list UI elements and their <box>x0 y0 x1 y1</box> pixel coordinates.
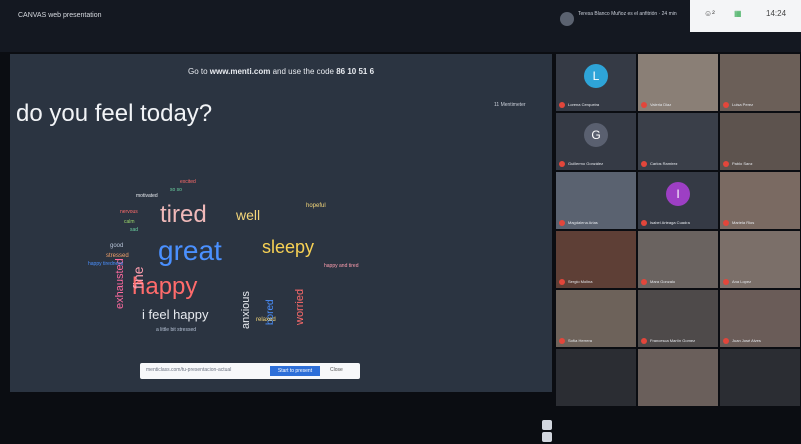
word-cloud-item: fine <box>130 266 146 289</box>
participant-tile[interactable] <box>638 349 718 406</box>
mic-muted-icon <box>723 338 729 344</box>
host-info: Teresa Blanco Muñoz es el anfitrión · 24… <box>560 6 685 36</box>
participant-tile[interactable] <box>556 349 636 406</box>
participant-name: Pablo Sanz <box>732 161 753 166</box>
participant-name: Lorena Cerqueira <box>568 102 600 107</box>
participant-name: Magdalena Arias <box>568 220 598 225</box>
word-cloud-item: stressed <box>106 253 129 259</box>
mic-muted-icon <box>723 279 729 285</box>
participant-avatar: I <box>666 182 690 206</box>
participant-grid: L Lorena Cerqueira Valeria Diaz Luisa Perez… <box>556 54 801 406</box>
share-bar: menticlass.com/tu-presentacion-actual St… <box>140 363 360 379</box>
mic-muted-icon <box>559 279 565 285</box>
participant-name: Juan José Alves <box>732 338 761 343</box>
pager-down-icon[interactable] <box>542 432 552 442</box>
participant-name: Carlos Ramirez <box>650 161 678 166</box>
mic-muted-icon <box>723 102 729 108</box>
participant-tile[interactable]: Ana Lopez <box>720 231 800 288</box>
instruction-code: 86 10 51 6 <box>336 67 375 76</box>
participant-tile[interactable]: Pablo Sanz <box>720 113 800 170</box>
mic-muted-icon <box>559 161 565 167</box>
shared-presentation: Go to www.menti.com and use the code 86 … <box>10 54 552 442</box>
word-cloud-item: sleepy <box>262 237 315 257</box>
participant-tile[interactable]: Sergio Molina <box>556 231 636 288</box>
word-cloud-item: happy tiredness <box>88 261 124 267</box>
participant-tile[interactable]: I Isabel Arteaga Cuadra <box>638 172 718 229</box>
word-cloud-item: worried <box>294 288 306 325</box>
participants-icon[interactable]: ☺² <box>704 9 715 18</box>
participant-tile[interactable]: Francesca Martín Gomez <box>638 290 718 347</box>
mic-muted-icon <box>641 220 647 226</box>
word-cloud-item: well <box>236 207 261 223</box>
word-cloud: great tired happy sleepy well i feel hap… <box>70 149 470 389</box>
participant-name: Mariela Rios <box>732 220 755 225</box>
participant-avatar: L <box>584 64 608 88</box>
participant-name: Francesca Martín Gomez <box>650 338 696 343</box>
close-share-button[interactable]: Close <box>330 367 343 373</box>
mic-muted-icon <box>559 102 565 108</box>
word-cloud-item: a little bit stressed <box>156 327 197 333</box>
host-label: Teresa Blanco Muñoz es el anfitrión · 24… <box>578 11 677 17</box>
word-cloud-item: motivated <box>136 193 158 199</box>
word-cloud-item: so so <box>170 187 182 193</box>
pager-up-icon[interactable] <box>542 420 552 430</box>
participant-name: Ana Lopez <box>732 279 752 284</box>
word-cloud-item: relaxed <box>256 317 276 323</box>
meeting-clock: 14:24 <box>766 9 787 18</box>
participant-tile[interactable]: Luisa Perez <box>720 54 800 111</box>
mic-muted-icon <box>559 338 565 344</box>
mic-muted-icon <box>641 161 647 167</box>
share-link-input[interactable]: menticlass.com/tu-presentacion-actual <box>146 367 231 373</box>
word-cloud-item: great <box>158 235 222 266</box>
participant-tile[interactable]: Mara Gonzalo <box>638 231 718 288</box>
participant-name: Sofía Herrera <box>568 338 593 343</box>
mic-muted-icon <box>723 161 729 167</box>
word-cloud-item: tired <box>160 201 207 228</box>
slide-pager[interactable] <box>542 420 554 444</box>
vote-counter: 11 Mentimeter <box>494 102 526 108</box>
window-title: CANVAS web presentation <box>18 12 102 19</box>
mic-muted-icon <box>641 102 647 108</box>
slide-question: do you feel today? <box>16 100 213 127</box>
grid-view-icon[interactable]: ▦ <box>734 9 742 18</box>
word-cloud-item: calm <box>124 219 135 225</box>
word-cloud-item: happy and tired <box>324 263 359 269</box>
participant-name: Sergio Molina <box>568 279 593 284</box>
participant-tile[interactable]: Valeria Diaz <box>638 54 718 111</box>
join-instructions: Go to www.menti.com and use the code 86 … <box>10 67 552 76</box>
word-cloud-item: good <box>110 243 124 249</box>
participant-tile[interactable]: L Lorena Cerqueira <box>556 54 636 111</box>
word-cloud-item: nervous <box>120 209 138 215</box>
participant-tile[interactable]: Mariela Rios <box>720 172 800 229</box>
word-cloud-item: hopeful <box>306 203 326 209</box>
instruction-site: www.menti.com <box>209 67 271 76</box>
participant-tile[interactable]: Juan José Alves <box>720 290 800 347</box>
instruction-prefix: Go to <box>187 67 210 76</box>
participant-name: Guillermo González <box>568 161 604 166</box>
mic-muted-icon <box>559 220 565 226</box>
meeting-topbar: CANVAS web presentation Teresa Blanco Mu… <box>0 0 801 52</box>
start-present-button[interactable]: Start to present <box>270 366 320 376</box>
word-cloud-item: excited <box>180 179 196 185</box>
word-cloud-item: i feel happy <box>142 307 209 322</box>
participant-tile[interactable]: Sofía Herrera <box>556 290 636 347</box>
participant-name: Valeria Diaz <box>650 102 672 107</box>
participant-name: Luisa Perez <box>732 102 754 107</box>
mic-muted-icon <box>641 279 647 285</box>
participant-tile[interactable]: Carlos Ramirez <box>638 113 718 170</box>
participant-name: Isabel Arteaga Cuadra <box>650 220 690 225</box>
participant-tile[interactable]: G Guillermo González <box>556 113 636 170</box>
participant-tile[interactable]: Magdalena Arias <box>556 172 636 229</box>
view-controls: ☺² ▦ 14:24 <box>690 0 801 32</box>
word-cloud-item: sad <box>130 227 139 233</box>
word-cloud-item: anxious <box>240 291 252 329</box>
participant-name: Mara Gonzalo <box>650 279 676 284</box>
participant-tile[interactable] <box>720 349 800 406</box>
instruction-mid: and use the code <box>270 67 337 76</box>
mic-muted-icon <box>723 220 729 226</box>
mic-muted-icon <box>641 338 647 344</box>
participant-avatar: G <box>584 123 608 147</box>
host-avatar <box>560 12 574 26</box>
